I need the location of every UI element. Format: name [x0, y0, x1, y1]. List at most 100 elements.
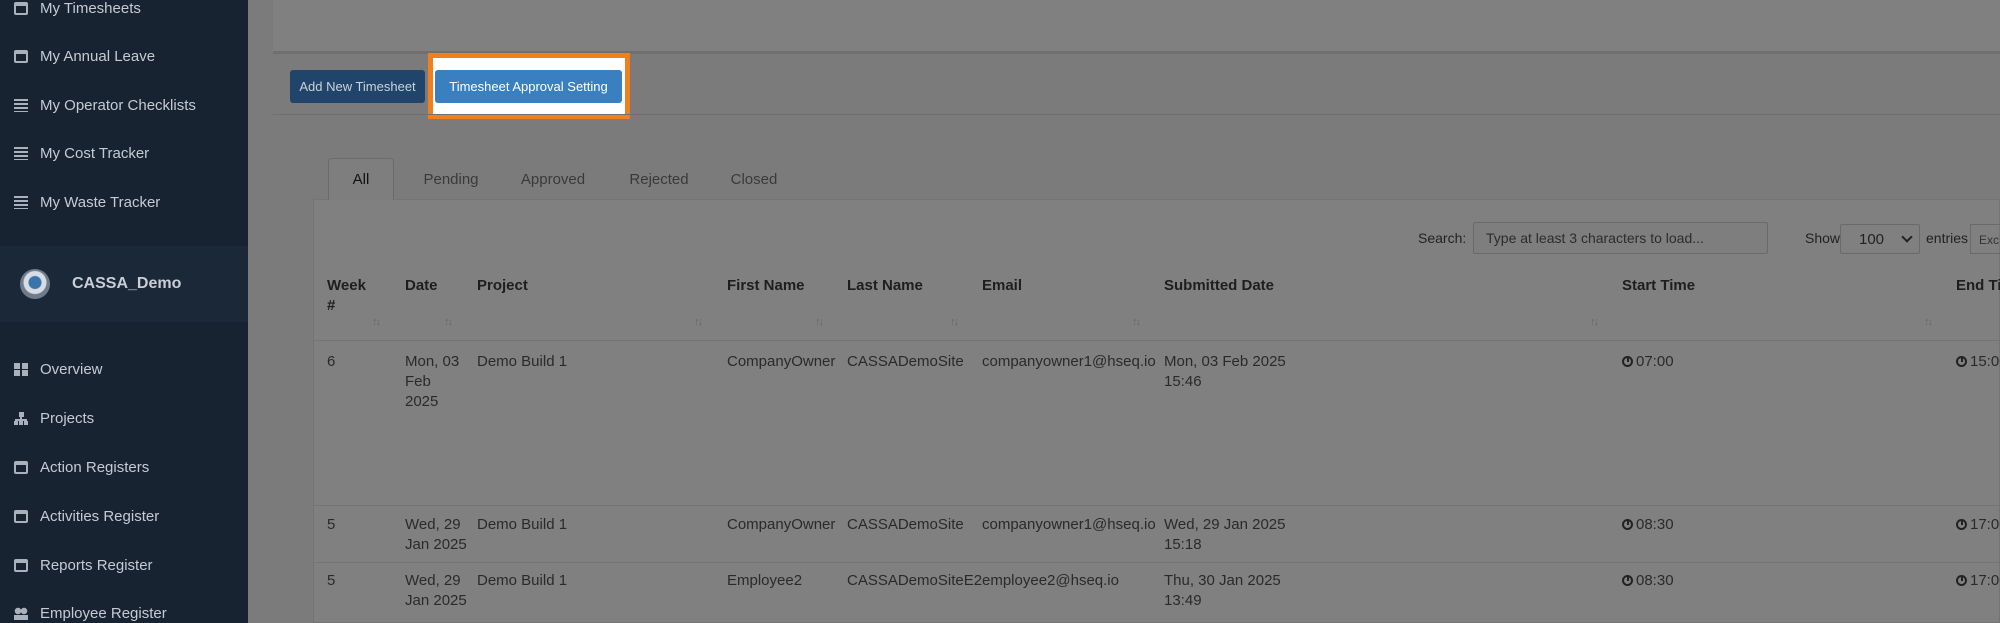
add-new-timesheet-button[interactable]: Add New Timesheet: [290, 70, 425, 103]
cell-start-time: 07:00: [1622, 352, 1674, 372]
list-icon: [14, 196, 28, 209]
sidebar-item-label: Projects: [40, 410, 95, 427]
cell-week: 5: [327, 516, 336, 533]
cell-email: companyowner1@hseq.io: [982, 353, 1156, 370]
cell-date: Wed, 29 Jan 2025: [405, 572, 467, 609]
row-divider: [313, 340, 2000, 341]
sidebar-item-my-annual-leave[interactable]: My Annual Leave: [14, 48, 155, 65]
cell-project: Demo Build 1: [477, 572, 568, 589]
sidebar-item-label: My Timesheets: [40, 0, 141, 17]
column-header-submitted-date[interactable]: Submitted Date: [1164, 276, 1274, 296]
column-header-week[interactable]: Week #: [327, 276, 367, 316]
grid-icon: [14, 363, 28, 376]
cell-project: Demo Build 1: [477, 353, 568, 370]
cell-submitted-date: Thu, 30 Jan 2025 13:49: [1164, 572, 1281, 609]
cell-last-name: CASSADemoSiteE2: [847, 572, 983, 589]
column-header-email[interactable]: Email: [982, 276, 1022, 296]
sidebar-item-label: Reports Register: [40, 557, 153, 574]
list-icon: [14, 99, 28, 112]
cell-end-time: 17:00: [1956, 515, 2000, 535]
timesheet-approval-setting-button[interactable]: Timesheet Approval Setting: [435, 70, 622, 103]
sort-icon[interactable]: ↑↓: [1924, 316, 1933, 328]
sitemap-icon: [14, 412, 28, 425]
column-header-first-name[interactable]: First Name: [727, 276, 805, 296]
cell-week: 6: [327, 353, 336, 370]
calendar-icon: [14, 559, 28, 572]
cell-date: Wed, 29 Jan 2025: [405, 516, 467, 553]
sidebar-item-label: My Operator Checklists: [40, 97, 196, 114]
sort-icon[interactable]: ↑↓: [694, 316, 703, 328]
row-divider: [313, 562, 2000, 563]
cell-first-name: CompanyOwner: [727, 353, 836, 370]
sort-icon[interactable]: ↑↓: [950, 316, 959, 328]
sort-icon[interactable]: ↑↓: [1132, 316, 1141, 328]
cell-submitted-date: Wed, 29 Jan 2025 15:18: [1164, 516, 1286, 553]
sidebar-item-label: Activities Register: [40, 508, 160, 525]
sidebar-item-reports-register[interactable]: Reports Register: [14, 557, 153, 574]
calendar-icon: [14, 510, 28, 523]
org-switcher[interactable]: CASSA_Demo: [0, 246, 248, 322]
sidebar-item-employee-register[interactable]: Employee Register: [14, 605, 167, 622]
cell-start-time: 08:30: [1622, 571, 1674, 591]
cell-last-name: CASSADemoSite: [847, 516, 964, 533]
end-time-value: 17:00: [1970, 516, 2000, 533]
sidebar-item-label: My Cost Tracker: [40, 145, 150, 162]
sort-icon[interactable]: ↑↓: [444, 316, 453, 328]
entries-label: entries: [1926, 230, 1969, 246]
column-header-date[interactable]: Date: [405, 276, 438, 296]
sidebar-item-overview[interactable]: Overview: [14, 361, 103, 378]
sort-icon[interactable]: ↑↓: [815, 316, 824, 328]
tab-all[interactable]: All: [328, 158, 394, 200]
sidebar-item-label: My Annual Leave: [40, 48, 156, 65]
cell-last-name: CASSADemoSite: [847, 353, 964, 370]
org-logo-icon: [20, 269, 50, 299]
clock-icon: [1956, 356, 1967, 367]
sidebar-item-action-registers[interactable]: Action Registers: [14, 459, 149, 476]
divider: [273, 114, 2000, 115]
tab-pending[interactable]: Pending: [408, 158, 494, 200]
clock-icon: [1956, 575, 1967, 586]
cell-date: Mon, 03 Feb 2025: [405, 353, 460, 410]
column-header-last-name[interactable]: Last Name: [847, 276, 923, 296]
start-time-value: 07:00: [1636, 353, 1674, 370]
calendar-icon: [14, 2, 28, 15]
end-time-value: 15:00: [1970, 353, 2000, 370]
tab-approved[interactable]: Approved: [508, 158, 598, 200]
sidebar-item-activities-register[interactable]: Activities Register: [14, 508, 159, 525]
cell-start-time: 08:30: [1622, 515, 1674, 535]
sort-icon[interactable]: ↑↓: [1590, 316, 1599, 328]
tab-rejected[interactable]: Rejected: [614, 158, 704, 200]
clock-icon: [1622, 519, 1633, 530]
search-input[interactable]: [1473, 222, 1768, 254]
show-label: Show: [1805, 230, 1841, 246]
timesheet-table-card: [313, 199, 2000, 623]
sidebar-item-my-cost-tracker[interactable]: My Cost Tracker: [14, 145, 149, 162]
column-header-end-time[interactable]: End Ti: [1956, 276, 2000, 296]
sidebar-item-my-waste-tracker[interactable]: My Waste Tracker: [14, 194, 160, 211]
search-label: Search:: [1418, 230, 1467, 246]
sort-icon[interactable]: ↑↓: [372, 316, 381, 328]
sidebar-item-projects[interactable]: Projects: [14, 410, 94, 427]
calendar-icon: [14, 461, 28, 474]
column-header-project[interactable]: Project: [477, 276, 528, 296]
column-header-start-time[interactable]: Start Time: [1622, 276, 1695, 296]
clock-icon: [1956, 519, 1967, 530]
sidebar-item-my-operator-checklists[interactable]: My Operator Checklists: [14, 97, 196, 114]
clock-icon: [1622, 575, 1633, 586]
users-icon: [14, 607, 28, 620]
export-button[interactable]: Exc: [1970, 224, 2000, 254]
tab-closed[interactable]: Closed: [714, 158, 794, 200]
cell-first-name: CompanyOwner: [727, 516, 836, 533]
cell-end-time: 17:00: [1956, 571, 2000, 591]
clock-icon: [1622, 356, 1633, 367]
org-name: CASSA_Demo: [72, 275, 182, 292]
list-icon: [14, 147, 28, 160]
entries-select[interactable]: 100: [1840, 224, 1920, 254]
sidebar-item-my-timesheets[interactable]: My Timesheets: [14, 0, 141, 17]
cell-end-time: 15:00: [1956, 352, 2000, 372]
cell-week: 5: [327, 572, 336, 589]
cell-project: Demo Build 1: [477, 516, 568, 533]
entries-select-value: 100: [1859, 230, 1885, 248]
cell-email: companyowner1@hseq.io: [982, 516, 1156, 533]
row-divider: [313, 505, 2000, 506]
